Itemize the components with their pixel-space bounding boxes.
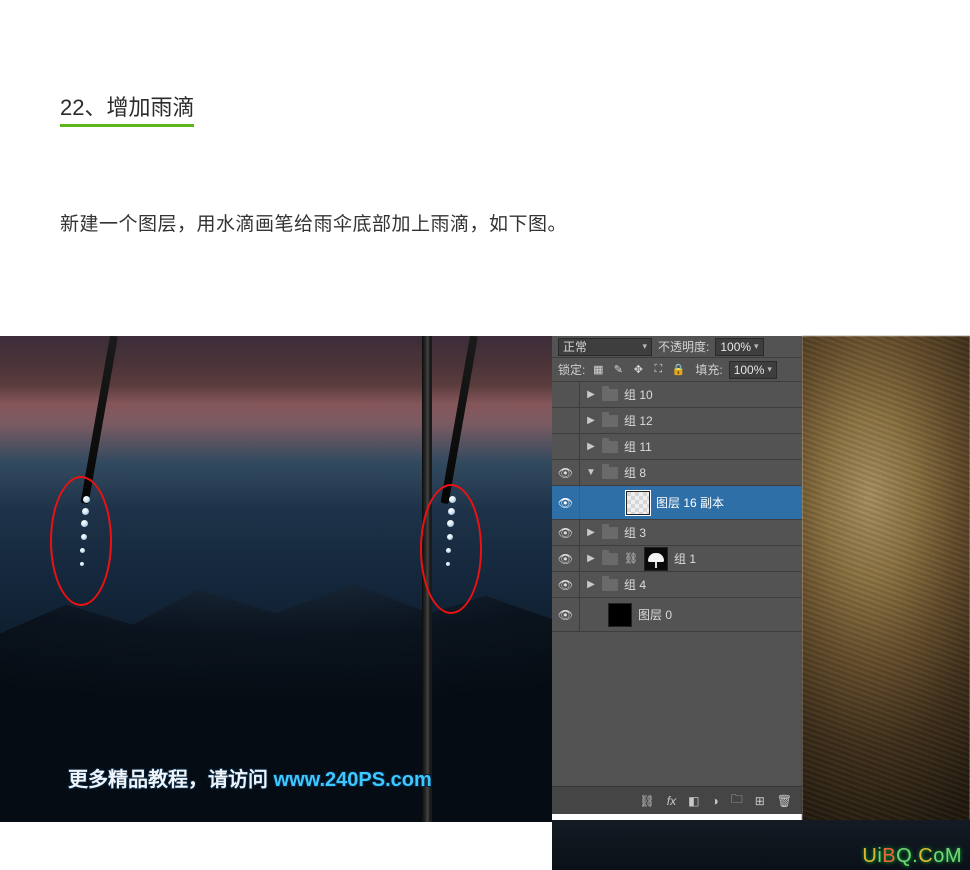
screenshot-area: 更多精品教程，请访问 www.240PS.com 正常 ▾ 不透明度: 100%… [0, 336, 970, 870]
visibility-toggle-icon[interactable]: 👁 [552, 460, 580, 485]
folder-icon [602, 389, 618, 401]
visibility-toggle-icon[interactable]: 👁 [552, 572, 580, 597]
chevron-right-icon[interactable]: ▶ [580, 553, 602, 564]
fill-value: 100% [734, 363, 765, 377]
layers-panel: 正常 ▾ 不透明度: 100% ▾ 锁定: ▦ ✎ ✥ ⛶ 🔒 填充: 100% [552, 336, 802, 814]
watermark: UiBQ.CoM [862, 845, 962, 868]
layer-name[interactable]: 图层 16 副本 [656, 494, 796, 511]
visibility-toggle-icon[interactable]: 👁 [552, 520, 580, 545]
folder-icon [602, 467, 618, 479]
layer-name[interactable]: 组 8 [624, 464, 796, 481]
layer-name[interactable]: 组 11 [624, 438, 796, 455]
layer-name[interactable]: 组 10 [624, 386, 796, 403]
mask-icon[interactable]: ◧ [688, 794, 699, 808]
chevron-right-icon[interactable]: ▶ [580, 441, 602, 452]
link-layers-icon[interactable]: ⛓ [640, 794, 655, 808]
blend-mode-value: 正常 [563, 338, 587, 355]
layer-row-grp4[interactable]: 👁▶ 组 4 [552, 572, 802, 598]
visibility-toggle-icon[interactable]: 👁 [552, 598, 580, 631]
chevron-down-icon[interactable]: ▼ [580, 467, 602, 478]
visibility-toggle-icon[interactable] [552, 382, 580, 407]
composite-image: 更多精品教程，请访问 www.240PS.com [0, 336, 552, 822]
layer-name[interactable]: 组 12 [624, 412, 796, 429]
new-group-icon[interactable]: 🗀 [731, 790, 743, 811]
layer-row-grp1[interactable]: 👁▶ ⛓ 组 1 [552, 546, 802, 572]
folder-icon [602, 441, 618, 453]
layer-row-grp3[interactable]: 👁▶ 组 3 [552, 520, 802, 546]
folder-icon [602, 579, 618, 591]
layer-thumbnail [626, 491, 650, 515]
adjustment-icon[interactable]: ◑ [711, 794, 718, 808]
chevron-right-icon[interactable]: ▶ [580, 527, 602, 538]
delete-layer-icon[interactable]: 🗑 [777, 794, 792, 808]
lock-all-icon[interactable]: 🔒 [671, 363, 685, 377]
annotation-ellipse-left [50, 476, 112, 606]
chevron-down-icon: ▾ [767, 364, 772, 375]
folder-icon [602, 415, 618, 427]
layer-row-grp12[interactable]: ▶ 组 12 [552, 408, 802, 434]
fill-label: 填充: [695, 361, 722, 378]
panel-bottom-toolbar: ⛓ fx ◧ ◑ 🗀 ⊞ 🗑 [552, 786, 802, 814]
folder-icon [602, 553, 618, 565]
caption-url: www.240PS.com [274, 769, 432, 791]
umbrella-spoke-right [441, 336, 478, 504]
chevron-down-icon: ▾ [642, 341, 647, 352]
layer-name[interactable]: 组 1 [674, 550, 796, 567]
opacity-label: 不透明度: [658, 338, 709, 355]
layer-row-grp10[interactable]: ▶ 组 10 [552, 382, 802, 408]
lock-label: 锁定: [558, 361, 585, 378]
layer-name[interactable]: 组 4 [624, 576, 796, 593]
lock-artboard-icon[interactable]: ⛶ [651, 363, 665, 377]
caption-prefix: 更多精品教程，请访问 [68, 769, 274, 791]
layer-row-grp8[interactable]: 👁▼ 组 8 [552, 460, 802, 486]
chevron-right-icon[interactable]: ▶ [580, 579, 602, 590]
lock-pixels-icon[interactable]: ▦ [591, 363, 605, 377]
layer-name[interactable]: 组 3 [624, 524, 796, 541]
annotation-ellipse-right [420, 484, 482, 614]
layer-thumbnail [608, 603, 632, 627]
layer-row-l16c[interactable]: 👁 图层 16 副本 [552, 486, 802, 520]
lock-row: 锁定: ▦ ✎ ✥ ⛶ 🔒 填充: 100% ▾ [552, 358, 802, 382]
step-title: 22、增加雨滴 [60, 90, 194, 127]
background-hair [802, 336, 970, 870]
opacity-input[interactable]: 100% ▾ [715, 338, 763, 356]
layer-name[interactable]: 图层 0 [638, 606, 796, 623]
fx-icon[interactable]: fx [667, 794, 676, 808]
visibility-toggle-icon[interactable] [552, 408, 580, 433]
chevron-right-icon[interactable]: ▶ [580, 415, 602, 426]
visibility-toggle-icon[interactable]: 👁 [552, 486, 580, 519]
chevron-down-icon: ▾ [754, 341, 759, 352]
blend-row: 正常 ▾ 不透明度: 100% ▾ [552, 336, 802, 358]
new-layer-icon[interactable]: ⊞ [755, 794, 765, 808]
tutorial-description: 新建一个图层，用水滴画笔给雨伞底部加上雨滴，如下图。 [60, 209, 910, 236]
link-icon: ⛓ [624, 552, 638, 565]
chevron-right-icon[interactable]: ▶ [580, 389, 602, 400]
opacity-value: 100% [720, 340, 751, 354]
fill-input[interactable]: 100% ▾ [729, 361, 777, 379]
layer-row-l0[interactable]: 👁 图层 0 [552, 598, 802, 632]
layer-row-grp11[interactable]: ▶ 组 11 [552, 434, 802, 460]
blend-mode-select[interactable]: 正常 ▾ [558, 338, 652, 356]
folder-icon [602, 527, 618, 539]
lock-move-icon[interactable]: ✥ [631, 363, 645, 377]
mask-thumbnail [644, 547, 668, 571]
visibility-toggle-icon[interactable] [552, 434, 580, 459]
image-caption: 更多精品教程，请访问 www.240PS.com [68, 763, 432, 792]
layers-list: ▶组 10▶组 12▶组 11👁▼组 8👁图层 16 副本👁▶组 3👁▶⛓组 1… [552, 382, 802, 632]
lock-brush-icon[interactable]: ✎ [611, 363, 625, 377]
visibility-toggle-icon[interactable]: 👁 [552, 546, 580, 571]
